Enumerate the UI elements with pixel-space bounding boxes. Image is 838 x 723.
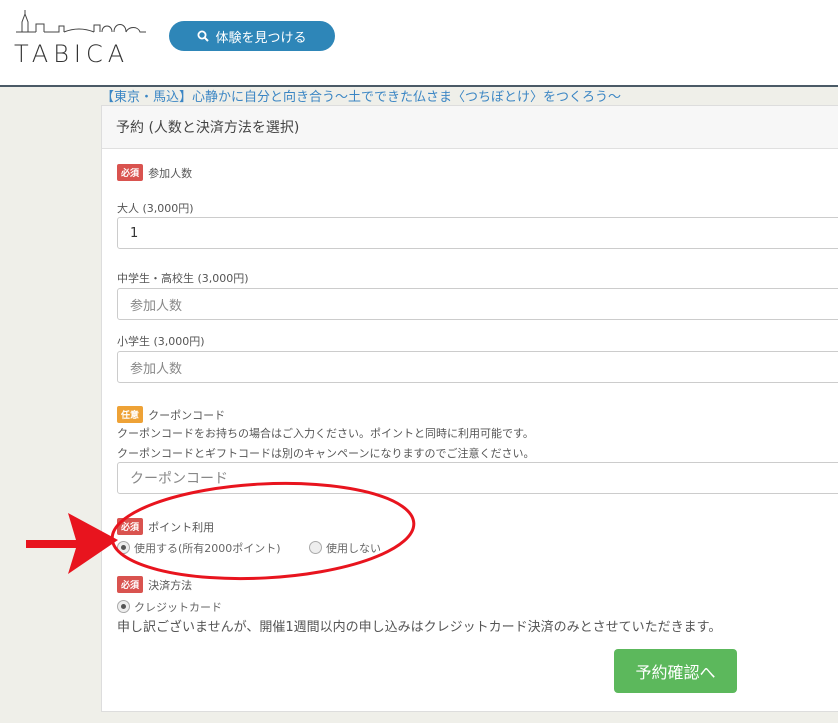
student-count-input[interactable]: 参加人数 [117, 288, 838, 320]
adult-label: 大人 (3,000円) [117, 202, 194, 215]
site-header: TABICA 体験を見つける [0, 0, 838, 87]
payment-label-row: 必須 決済方法 [117, 574, 192, 593]
points-label: ポイント利用 [148, 521, 215, 534]
adult-count-value: 1 [130, 225, 139, 241]
coupon-code-input[interactable]: クーポンコード [117, 462, 838, 494]
skyline-icon [16, 10, 146, 33]
payment-credit-option[interactable]: クレジットカード [117, 596, 222, 615]
confirm-reservation-label: 予約確認へ [635, 663, 716, 682]
student-count-placeholder: 参加人数 [130, 298, 183, 314]
find-experience-label: 体験を見つける [215, 30, 307, 46]
participants-label-row: 必須 参加人数 [117, 162, 192, 181]
student-label: 中学生・高校生 (3,000円) [117, 272, 249, 285]
confirm-reservation-button[interactable]: 予約確認へ [614, 649, 737, 693]
points-use-radio[interactable] [117, 541, 130, 554]
tabica-logo[interactable]: TABICA [14, 8, 149, 68]
payment-credit-label: クレジットカード [134, 600, 222, 614]
points-use-label: 使用する(所有2000ポイント) [134, 541, 281, 555]
points-no-use-label: 使用しない [326, 541, 381, 555]
form-heading: 予約 (人数と決済方法を選択) [102, 106, 838, 149]
logo-text: TABICA [14, 40, 130, 68]
reservation-form-panel: 予約 (人数と決済方法を選択) 必須 参加人数 大人 (3,000円) 1 中学… [101, 105, 838, 712]
payment-label: 決済方法 [148, 579, 193, 592]
adult-count-input[interactable]: 1 [117, 217, 838, 249]
child-count-placeholder: 参加人数 [130, 361, 183, 377]
coupon-placeholder: クーポンコード [130, 471, 228, 487]
required-badge: 必須 [117, 164, 144, 181]
find-experience-button[interactable]: 体験を見つける [169, 21, 335, 51]
child-count-input[interactable]: 参加人数 [117, 351, 838, 383]
participants-label: 参加人数 [148, 167, 193, 180]
points-no-use-radio[interactable] [309, 541, 322, 554]
child-label: 小学生 (3,000円) [117, 335, 205, 348]
coupon-label: クーポンコード [148, 409, 226, 422]
points-label-row: 必須 ポイント利用 [117, 516, 214, 535]
payment-credit-radio[interactable] [117, 600, 130, 613]
coupon-help-2: クーポンコードとギフトコードは別のキャンペーンになりますのでご注意ください。 [117, 447, 535, 460]
required-badge: 必須 [117, 518, 144, 535]
coupon-help-1: クーポンコードをお持ちの場合はご入力ください。ポイントと同時に利用可能です。 [117, 427, 534, 440]
search-icon [197, 30, 210, 42]
experience-title-link[interactable]: 【東京・馬込】心静かに自分と向き合う～土でできた仏さま〈つちぼとけ〉をつくろう～ [101, 86, 621, 105]
coupon-label-row: 任意 クーポンコード [117, 404, 225, 423]
payment-notice: 申し訳ございませんが、開催1週間以内の申し込みはクレジットカード決済のみとさせて… [117, 620, 722, 635]
points-use-option[interactable]: 使用する(所有2000ポイント) [117, 537, 281, 556]
required-badge: 必須 [117, 576, 144, 593]
points-no-use-option[interactable]: 使用しない [309, 537, 381, 556]
optional-badge: 任意 [117, 406, 144, 423]
